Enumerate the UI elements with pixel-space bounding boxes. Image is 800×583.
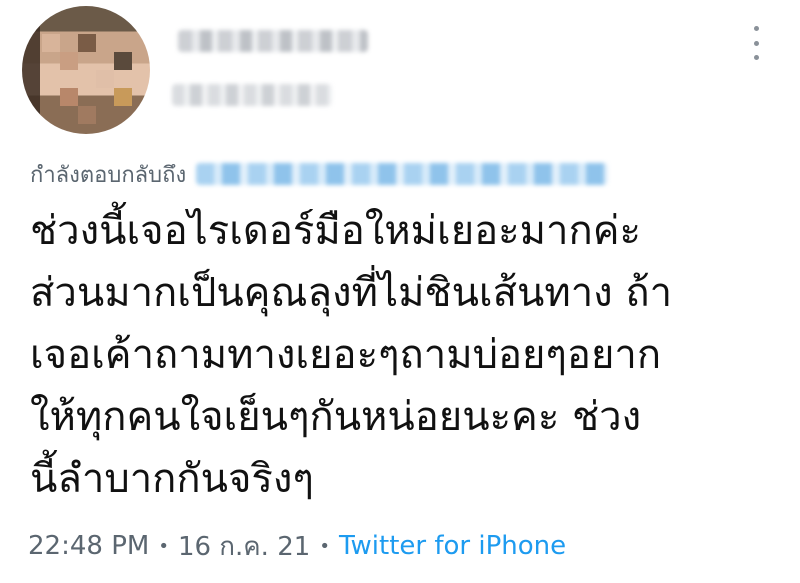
- tweet-line: ส่วนมากเป็นคุณลุงที่ไม่ชินเส้นทาง ถ้า: [30, 270, 673, 316]
- tweet-time[interactable]: 22:48 PM: [28, 531, 149, 561]
- reply-context: กำลังตอบกลับถึง: [30, 158, 609, 190]
- tweet-metadata: 22:48 PM • 16 ก.ค. 21 • Twitter for iPho…: [28, 528, 566, 564]
- tweet-line: ช่วงนี้เจอไรเดอร์มือใหม่เยอะมากค่ะ: [30, 208, 641, 254]
- separator-dot: •: [158, 535, 169, 557]
- mention-link-redacted[interactable]: [196, 163, 609, 185]
- menu-dot: [753, 40, 759, 46]
- tweet-line: เจอเค้าถามทางเยอะๆถามบ่อยๆอยาก: [30, 332, 662, 378]
- tweet-text: ช่วงนี้เจอไรเดอร์มือใหม่เยอะมากค่ะ ส่วนม…: [30, 200, 770, 510]
- tweet-line: นี้ลำบากกันจริงๆ: [30, 456, 314, 502]
- more-vertical-icon[interactable]: [748, 26, 764, 60]
- reply-label: กำลังตอบกลับถึง: [30, 162, 187, 188]
- user-avatar[interactable]: [22, 6, 150, 134]
- menu-dot: [753, 26, 759, 31]
- tweet-source-link[interactable]: Twitter for iPhone: [339, 531, 566, 561]
- tweet-date[interactable]: 16 ก.ค. 21: [178, 526, 310, 567]
- menu-dot: [753, 55, 759, 60]
- display-name-redacted[interactable]: [178, 30, 368, 52]
- username-redacted[interactable]: [172, 84, 332, 106]
- tweet-line: ให้ทุกคนใจเย็นๆกันหน่อยนะคะ ช่วง: [30, 394, 642, 440]
- separator-dot: •: [319, 535, 330, 557]
